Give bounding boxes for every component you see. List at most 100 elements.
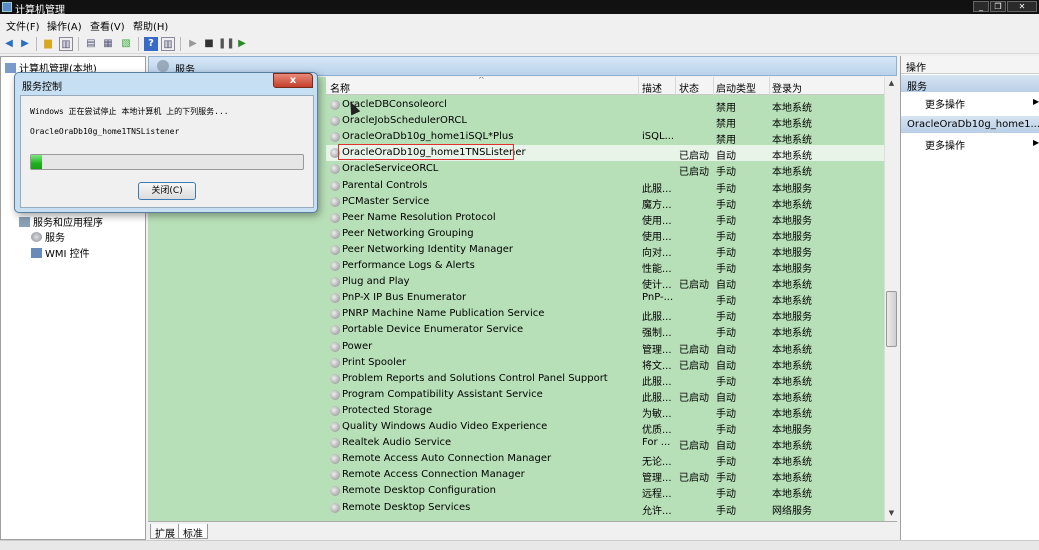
service-row[interactable]: Parental Controls 此服... 手动 本地服务 <box>326 178 884 195</box>
service-row[interactable]: Print Spooler 将文... 已启动 自动 本地系统 <box>326 355 884 372</box>
start-service-icon[interactable]: ▶ <box>186 37 200 51</box>
tab-standard[interactable]: 标准 <box>178 524 208 540</box>
service-name: Realtek Audio Service <box>342 437 452 449</box>
column-divider[interactable] <box>638 77 639 95</box>
column-startup-type[interactable]: 启动类型 <box>716 80 756 95</box>
service-row[interactable]: Plug and Play 使计... 已启动 自动 本地系统 <box>326 274 884 292</box>
up-folder-icon[interactable]: ▆ <box>41 37 55 51</box>
service-startup-type: 自动 <box>716 441 736 453</box>
forward-arrow-icon[interactable]: ▶ <box>18 37 32 51</box>
scroll-up-icon[interactable]: ▲ <box>887 79 896 88</box>
column-divider[interactable] <box>675 77 676 95</box>
service-row[interactable]: Peer Networking Grouping 使用... 手动 本地服务 <box>326 226 884 243</box>
service-log-on-as: 本地系统 <box>772 392 812 404</box>
column-divider[interactable] <box>769 77 770 95</box>
service-row[interactable]: PnP-X IP Bus Enumerator PnP-... 手动 本地系统 <box>326 290 884 307</box>
sort-ascending-icon: ^ <box>478 77 485 84</box>
service-row[interactable]: PNRP Machine Name Publication Service 此服.… <box>326 306 884 323</box>
minimize-button[interactable]: _ <box>973 1 989 12</box>
tree-wmi-control[interactable]: WMI 控件 <box>31 245 90 260</box>
service-description: 魔方... <box>642 199 672 211</box>
tab-extended[interactable]: 扩展 <box>150 524 180 540</box>
service-row[interactable]: OracleJobSchedulerORCL 禁用 本地系统 <box>326 113 884 131</box>
service-row[interactable]: Remote Access Auto Connection Manager 无论.… <box>326 451 884 469</box>
dialog-message: Windows 正在尝试停止 本地计算机 上的下列服务... <box>30 107 229 116</box>
show-action-pane-icon[interactable]: ▥ <box>161 37 175 51</box>
service-startup-type: 手动 <box>716 167 736 179</box>
menu-view[interactable]: 查看(V) <box>90 18 125 33</box>
service-row[interactable]: OracleServiceORCL 已启动 手动 本地系统 <box>326 161 884 179</box>
column-name[interactable]: 名称 <box>330 80 350 95</box>
service-gear-icon <box>330 373 340 384</box>
service-row[interactable]: Peer Networking Identity Manager 向对... 手动 本… <box>326 242 884 259</box>
service-row[interactable]: Portable Device Enumerator Service 强制... 手… <box>326 322 884 339</box>
service-log-on-as: 本地系统 <box>772 376 812 388</box>
service-row[interactable]: Remote Desktop Configuration 远程... 手动 本地系统 <box>326 483 884 500</box>
service-status: 已启动 <box>679 167 709 179</box>
menu-action[interactable]: 操作(A) <box>47 18 82 33</box>
actions-section-selected-service[interactable]: OracleOraDb10g_home1... <box>901 116 1039 133</box>
service-log-on-as: 本地系统 <box>772 280 812 292</box>
service-description: 管理... <box>642 344 672 356</box>
service-row[interactable]: OracleDBConsoleorcl 禁用 本地系统 <box>326 97 884 114</box>
more-actions-selected[interactable]: 更多操作 <box>925 137 965 152</box>
export-list-icon[interactable]: ▧ <box>119 37 133 51</box>
pause-service-icon[interactable]: ❚❚ <box>218 37 235 51</box>
service-description: For ... <box>642 437 671 449</box>
service-log-on-as: 本地系统 <box>772 119 812 131</box>
scroll-down-icon[interactable]: ▼ <box>887 509 896 518</box>
service-row[interactable]: Remote Access Connection Manager 管理... 已启动… <box>326 467 884 485</box>
show-hide-tree-icon[interactable]: ▥ <box>59 37 73 51</box>
service-log-on-as: 本地系统 <box>772 473 812 485</box>
tree-services[interactable]: 服务 <box>31 229 65 244</box>
dialog-close-x-button[interactable]: x <box>273 73 313 88</box>
service-gear-icon <box>330 470 340 481</box>
service-name: Problem Reports and Solutions Control Pa… <box>342 372 608 384</box>
service-row[interactable]: OracleOraDb10g_home1iSQL*Plus iSQL... 禁用 本地… <box>326 129 884 147</box>
service-row[interactable]: Peer Name Resolution Protocol 使用... 手动 本地服务 <box>326 210 884 227</box>
close-window-button[interactable]: ✕ <box>1007 1 1037 12</box>
service-description: 无论... <box>642 457 672 469</box>
column-log-on-as[interactable]: 登录为 <box>772 80 802 95</box>
menu-file[interactable]: 文件(F) <box>6 18 40 33</box>
restart-service-icon[interactable]: ▶ <box>235 37 249 51</box>
back-arrow-icon[interactable]: ◀ <box>2 37 16 51</box>
service-row[interactable]: OracleOraDb10g_home1TNSListener 已启动 自动 本地系统 <box>326 144 884 163</box>
service-row[interactable]: Quality Windows Audio Video Experience 优质… <box>326 419 884 436</box>
service-name: Protected Storage <box>342 404 433 416</box>
service-row[interactable]: Remote Desktop Services 允许... 手动 网络服务 <box>326 500 884 517</box>
service-row[interactable]: PCMaster Service 魔方... 手动 本地系统 <box>326 194 884 211</box>
dialog-close-button[interactable]: 关闭(C) <box>138 182 196 200</box>
column-divider[interactable] <box>713 77 714 95</box>
scroll-thumb[interactable] <box>886 291 897 347</box>
menu-help[interactable]: 帮助(H) <box>133 18 168 33</box>
actions-section-services[interactable]: 服务 <box>901 75 1039 92</box>
service-name: Remote Access Auto Connection Manager <box>342 453 552 465</box>
service-gear-icon <box>330 454 340 465</box>
service-row[interactable]: Problem Reports and Solutions Control Pa… <box>326 371 884 388</box>
submenu-arrow-icon: ▶ <box>1033 138 1039 147</box>
maximize-button[interactable]: ❐ <box>990 1 1006 12</box>
service-status: 已启动 <box>679 151 709 163</box>
stop-service-icon[interactable]: ■ <box>202 37 216 51</box>
properties-icon[interactable]: ▤ <box>84 37 98 51</box>
selected-service-highlight <box>338 144 514 161</box>
service-startup-type: 禁用 <box>716 135 736 147</box>
service-startup-type: 手动 <box>716 215 736 227</box>
service-row[interactable]: Program Compatibility Assistant Service 此… <box>326 387 884 404</box>
more-actions-services[interactable]: 更多操作 <box>925 96 965 111</box>
help-icon[interactable]: ? <box>144 37 158 51</box>
column-status[interactable]: 状态 <box>679 80 699 95</box>
service-row[interactable]: Protected Storage 为敏... 手动 本地系统 <box>326 403 884 420</box>
title-bar: 计算机管理 _ ❐ ✕ <box>0 0 1039 16</box>
tree-services-and-applications[interactable]: 服务和应用程序 <box>19 214 103 229</box>
service-row[interactable]: Power 管理... 已启动 自动 本地系统 <box>326 339 884 356</box>
column-description[interactable]: 描述 <box>642 80 662 95</box>
service-log-on-as: 本地系统 <box>772 103 812 114</box>
service-row[interactable]: Realtek Audio Service For ... 已启动 自动 本地系统 <box>326 435 884 453</box>
service-description: 允许... <box>642 505 672 517</box>
service-row[interactable]: Performance Logs & Alerts 性能... 手动 本地服务 <box>326 258 884 275</box>
dialog-service-name: OracleOraDb10g_home1TNSListener <box>30 127 180 136</box>
vertical-scrollbar[interactable]: ▲ ▼ <box>884 77 897 521</box>
refresh-icon[interactable]: ▦ <box>101 37 115 51</box>
